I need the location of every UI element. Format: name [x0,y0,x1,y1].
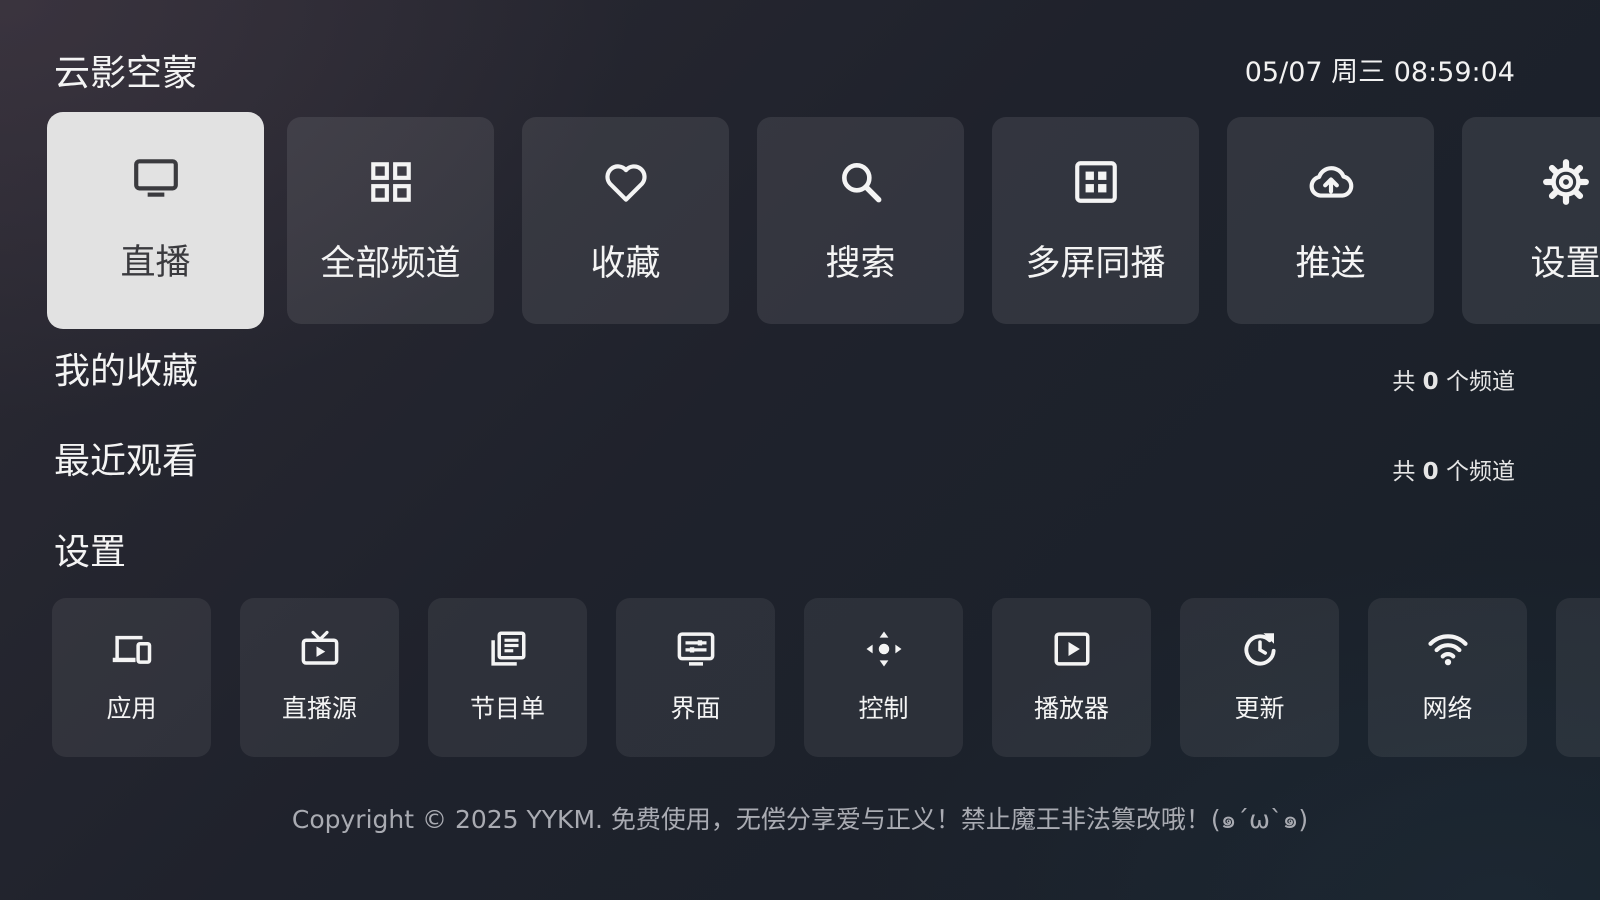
settings-network-card[interactable]: 网络 [1368,598,1527,757]
live-tv-icon [301,630,338,665]
tv-icon [133,159,178,197]
favorites-count-suffix: 个频道 [1446,369,1515,395]
recent-count-value: 0 [1422,459,1439,485]
grid-icon [370,162,411,202]
nav-push-card[interactable]: 推送 [1227,117,1434,324]
search-icon [841,163,881,203]
settings-player-card[interactable]: 播放器 [992,598,1151,757]
play-icon [1054,632,1089,666]
refresh-icon [1243,633,1276,666]
settings-ui-card[interactable]: 界面 [616,598,775,757]
settings-epg-card[interactable]: 节目单 [428,598,587,757]
nav-multiscreen-card[interactable]: 多屏同播 [992,117,1199,324]
cloud-upload-icon [1309,166,1353,198]
settings-network-label: 网络 [1422,694,1473,723]
settings-player-label: 播放器 [1033,694,1109,723]
nav-settings-card[interactable]: 设置 [1462,117,1600,324]
nav-push-label: 推送 [1295,244,1366,284]
recent-section-title: 最近观看 [54,441,199,482]
settings-more-card[interactable] [1556,598,1600,757]
settings-live-source-card[interactable]: 直播源 [240,598,399,757]
nav-settings-label: 设置 [1530,244,1600,284]
favorites-count-value: 0 [1422,369,1439,395]
heart-icon [604,164,647,202]
recent-count-prefix: 共 [1392,459,1416,485]
nav-search-card[interactable]: 搜索 [757,117,964,324]
nav-favorites-label: 收藏 [590,244,661,284]
favorites-count-prefix: 共 [1392,369,1416,395]
settings-control-label: 控制 [858,694,909,723]
recent-count: 共 0 个频道 [1392,452,1515,486]
library-books-icon [490,631,525,666]
nav-live-card[interactable]: 直播 [47,112,264,329]
dpad-icon [866,631,901,667]
copyright-text: Copyright © 2025 YYKM. 免费使用，无偿分享爱与正义！禁止魔… [291,805,1309,834]
nav-search-label: 搜索 [825,244,896,284]
nav-all-channels-label: 全部频道 [320,244,461,284]
settings-update-card[interactable]: 更新 [1180,598,1339,757]
nav-favorites-card[interactable]: 收藏 [522,117,729,324]
devices-icon [112,635,151,664]
nav-multiscreen-label: 多屏同播 [1025,244,1166,284]
settings-epg-label: 节目单 [469,694,545,723]
nav-live-label: 直播 [120,243,191,283]
settings-section-title: 设置 [54,532,127,573]
multiscreen-icon [1074,161,1117,203]
settings-live-source-label: 直播源 [281,694,357,723]
recent-count-suffix: 个频道 [1446,459,1515,485]
settings-row: 应用 直播源 节目单 界面 控制 播放器 更新 网络 [0,590,1600,760]
nav-all-channels-card[interactable]: 全部频道 [287,117,494,324]
settings-app-card[interactable]: 应用 [52,598,211,757]
settings-display-icon [677,632,714,666]
settings-ui-label: 界面 [670,694,721,723]
main-nav-row: 直播 全部频道 收藏 搜索 多屏同播 推送 设置 [0,0,1600,340]
favorites-section-title: 我的收藏 [54,351,199,392]
favorites-count: 共 0 个频道 [1392,362,1515,396]
settings-update-label: 更新 [1234,694,1285,723]
gear-icon [1542,159,1589,205]
wifi-icon [1427,634,1468,666]
settings-app-label: 应用 [106,694,157,723]
settings-control-card[interactable]: 控制 [804,598,963,757]
